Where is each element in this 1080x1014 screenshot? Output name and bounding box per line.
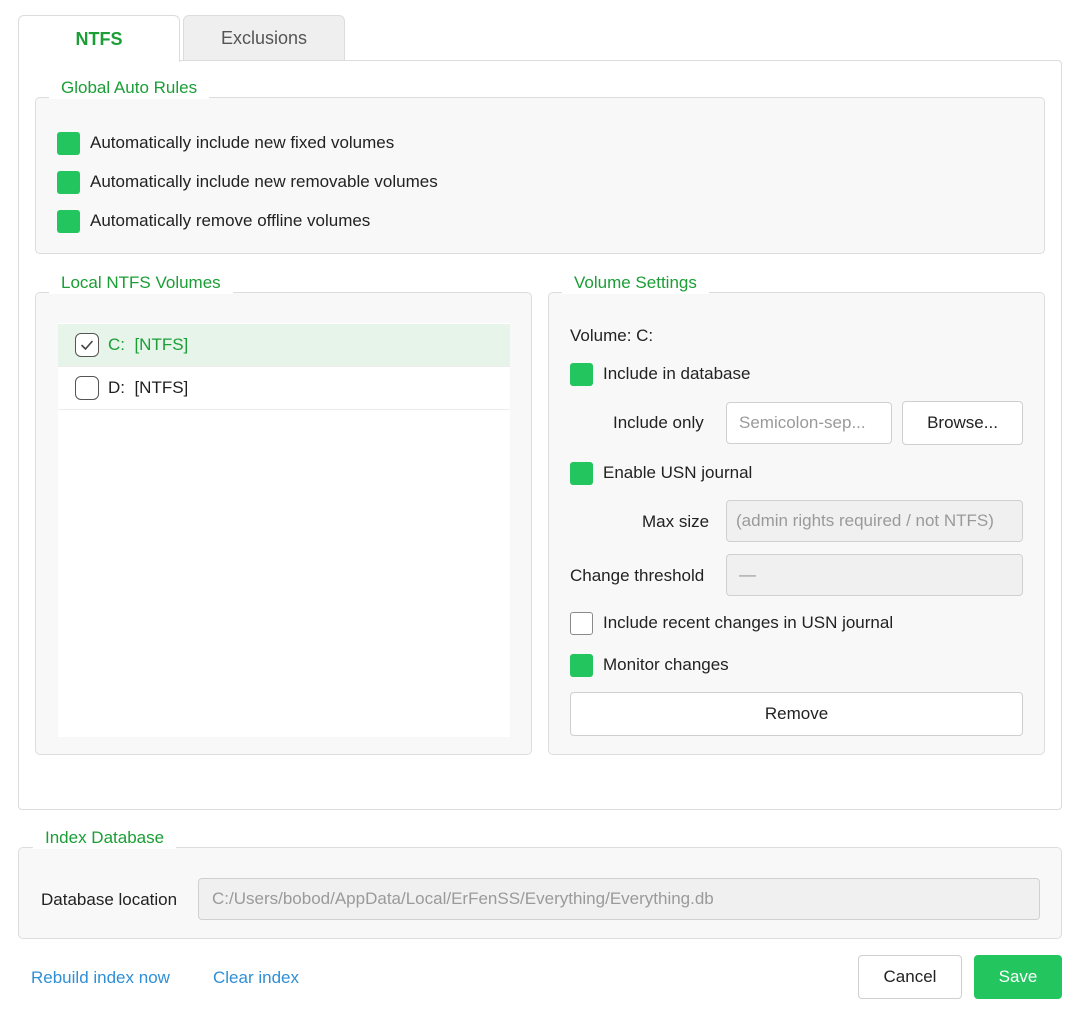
volume-item-c[interactable]: C: [NTFS] [58, 324, 510, 367]
checkbox-unchecked-icon [570, 611, 593, 635]
global-auto-rules-title: Global Auto Rules [49, 77, 210, 99]
include-only-label: Include only [613, 413, 704, 432]
tab-exclusions[interactable]: Exclusions [183, 15, 345, 61]
monitor-changes-checkbox[interactable]: Monitor changes [570, 652, 729, 678]
enable-usn-checkbox[interactable]: Enable USN journal [570, 460, 752, 486]
auto-include-removable-checkbox[interactable]: Automatically include new removable volu… [57, 169, 438, 195]
rebuild-index-link[interactable]: Rebuild index now [31, 968, 170, 988]
browse-button[interactable]: Browse... [902, 401, 1023, 445]
change-threshold-label: Change threshold [570, 566, 705, 585]
checkbox-checked-icon [57, 170, 80, 194]
local-volumes-title: Local NTFS Volumes [49, 272, 233, 294]
volume-checkbox[interactable] [75, 333, 99, 357]
include-only-input[interactable]: Semicolon-sep... [726, 402, 892, 444]
monitor-changes-label: Monitor changes [603, 655, 729, 674]
auto-include-removable-label: Automatically include new removable volu… [90, 172, 438, 191]
auto-remove-offline-label: Automatically remove offline volumes [90, 211, 371, 230]
database-location-input: C:/Users/bobod/AppData/Local/ErFenSS/Eve… [198, 878, 1040, 920]
volume-label: D: [NTFS] [108, 378, 189, 397]
tab-ntfs[interactable]: NTFS [18, 15, 180, 62]
checkbox-checked-icon [57, 131, 80, 155]
volume-item-d[interactable]: D: [NTFS] [58, 367, 510, 410]
checkbox-checked-icon [570, 461, 593, 485]
volume-settings-title: Volume Settings [562, 272, 709, 294]
max-size-input: (admin rights required / not NTFS) [726, 500, 1023, 542]
volume-name-label: Volume: C: [570, 326, 654, 345]
clear-index-link[interactable]: Clear index [213, 968, 299, 988]
checkbox-checked-icon [570, 362, 593, 386]
auto-include-fixed-checkbox[interactable]: Automatically include new fixed volumes [57, 130, 394, 156]
checkmark-icon [81, 340, 93, 350]
max-size-label: Max size [642, 512, 710, 531]
enable-usn-label: Enable USN journal [603, 463, 753, 482]
checkbox-checked-icon [57, 209, 80, 233]
auto-remove-offline-checkbox[interactable]: Automatically remove offline volumes [57, 208, 370, 234]
index-database-title: Index Database [33, 827, 177, 849]
include-recent-changes-checkbox[interactable]: Include recent changes in USN journal [570, 610, 893, 636]
save-button[interactable]: Save [974, 955, 1062, 999]
remove-button[interactable]: Remove [570, 692, 1023, 736]
volume-list: C: [NTFS] D: [NTFS] [58, 323, 510, 737]
change-threshold-input: — [726, 554, 1023, 596]
include-in-database-checkbox[interactable]: Include in database [570, 361, 750, 387]
checkbox-checked-icon [570, 653, 593, 677]
volume-label: C: [NTFS] [108, 335, 189, 354]
include-in-database-label: Include in database [603, 364, 751, 383]
include-recent-changes-label: Include recent changes in USN journal [603, 613, 894, 632]
cancel-button[interactable]: Cancel [858, 955, 962, 999]
volume-checkbox[interactable] [75, 376, 99, 400]
auto-include-fixed-label: Automatically include new fixed volumes [90, 133, 395, 152]
database-location-label: Database location [41, 890, 178, 909]
